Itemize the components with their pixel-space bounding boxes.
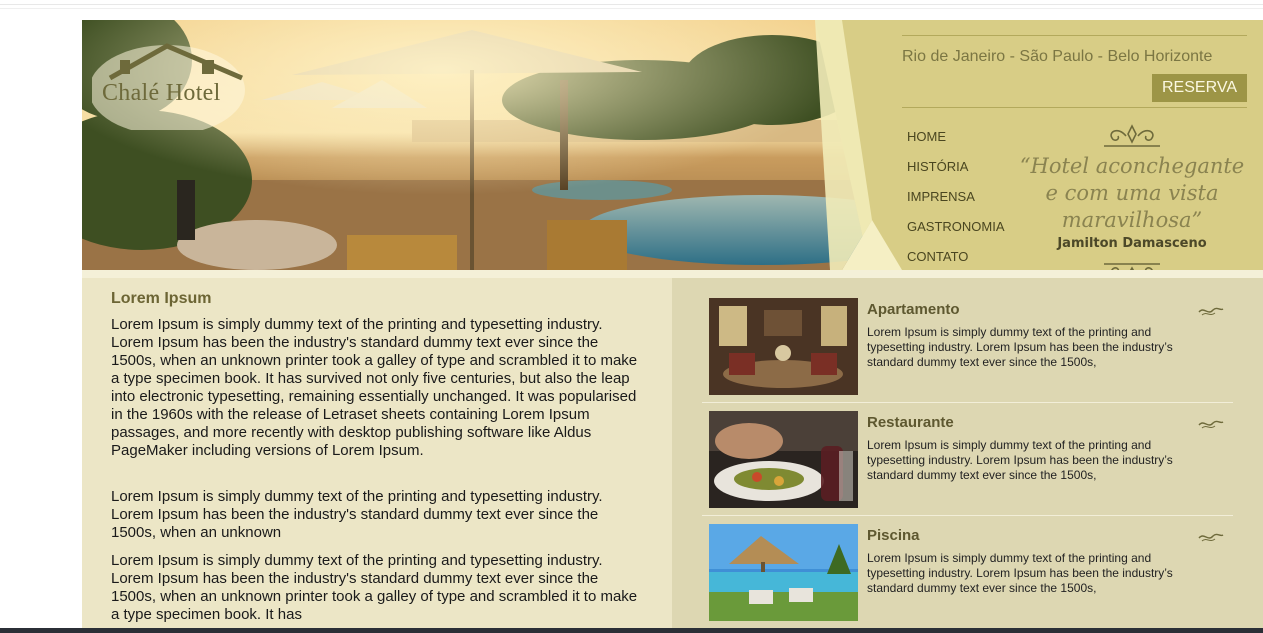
feature-card-piscina[interactable]: Piscina Lorem Ipsum is simply dummy text… bbox=[708, 524, 1232, 624]
top-divider bbox=[0, 4, 1263, 5]
page-container: Chalé Hotel Rio de Janeiro - São Paulo -… bbox=[82, 20, 1263, 633]
feature-card-restaurante[interactable]: Restaurante Lorem Ipsum is simply dummy … bbox=[708, 411, 1232, 511]
piscina-description: Lorem Ipsum is simply dummy text of the … bbox=[867, 551, 1173, 595]
card-divider bbox=[702, 402, 1233, 403]
nav-item-imprensa[interactable]: IMPRENSA bbox=[907, 188, 1005, 218]
ornament-bottom-icon bbox=[1104, 263, 1160, 270]
nav-item-historia[interactable]: HISTÓRIA bbox=[907, 158, 1005, 188]
nav-item-home[interactable]: HOME bbox=[907, 128, 1005, 158]
content-paragraph-2: Lorem Ipsum is simply dummy text of the … bbox=[111, 488, 603, 541]
window-bottom-bar bbox=[0, 628, 1263, 633]
nav-item-contato[interactable]: CONTATO bbox=[907, 248, 1005, 270]
logo-text[interactable]: Chalé Hotel bbox=[102, 80, 221, 107]
main-nav: HOME HISTÓRIA IMPRENSA GASTRONOMIA CONTA… bbox=[907, 128, 1005, 270]
restaurante-thumbnail[interactable] bbox=[709, 411, 858, 508]
ornament-top-icon bbox=[1104, 124, 1160, 147]
content-paragraph-3: Lorem Ipsum is simply dummy text of the … bbox=[111, 552, 638, 623]
content-paragraph-1: Lorem Ipsum is simply dummy text of the … bbox=[111, 316, 638, 459]
apartamento-thumbnail[interactable] bbox=[709, 298, 858, 395]
header-divider-top bbox=[902, 35, 1247, 36]
apartamento-title[interactable]: Apartamento bbox=[867, 301, 960, 318]
site-header: Chalé Hotel Rio de Janeiro - São Paulo -… bbox=[82, 20, 1263, 270]
apartamento-description: Lorem Ipsum is simply dummy text of the … bbox=[867, 325, 1173, 369]
top-divider-2 bbox=[0, 8, 1263, 9]
testimonial-author: Jamilton Damasceno bbox=[1057, 236, 1207, 251]
wave-ornament-icon bbox=[1198, 420, 1224, 429]
card-divider bbox=[702, 515, 1233, 516]
feature-card-apartamento[interactable]: Apartamento Lorem Ipsum is simply dummy … bbox=[708, 298, 1232, 398]
wave-ornament-icon bbox=[1198, 533, 1224, 542]
piscina-thumbnail[interactable] bbox=[709, 524, 858, 621]
content-title: Lorem Ipsum bbox=[111, 290, 212, 307]
wave-ornament-icon bbox=[1198, 307, 1224, 316]
main-content: Lorem Ipsum Lorem Ipsum is simply dummy … bbox=[82, 278, 672, 633]
piscina-title[interactable]: Piscina bbox=[867, 527, 920, 544]
reserve-button[interactable]: RESERVA bbox=[1152, 74, 1247, 102]
testimonial-quote: “Hotel aconchegante e com uma vista mara… bbox=[1019, 154, 1245, 232]
header-spacer bbox=[82, 270, 1263, 278]
restaurante-title[interactable]: Restaurante bbox=[867, 414, 954, 431]
nav-item-gastronomia[interactable]: GASTRONOMIA bbox=[907, 218, 1005, 248]
features-sidebar: Apartamento Lorem Ipsum is simply dummy … bbox=[672, 278, 1263, 633]
header-divider-bottom bbox=[902, 107, 1247, 108]
restaurante-description: Lorem Ipsum is simply dummy text of the … bbox=[867, 438, 1173, 482]
cities-text: Rio de Janeiro - São Paulo - Belo Horizo… bbox=[902, 48, 1213, 65]
